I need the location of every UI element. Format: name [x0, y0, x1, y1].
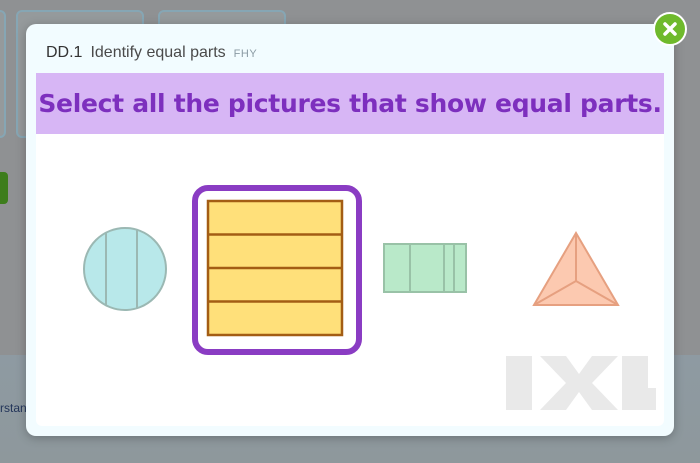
question-prompt: Select all the pictures that show equal … [38, 89, 662, 118]
question-prompt-bar: Select all the pictures that show equal … [36, 73, 664, 134]
answer-choice-circle[interactable] [82, 226, 168, 312]
ixl-watermark-icon [506, 356, 656, 410]
rectangle-equal-parts-icon [206, 199, 344, 337]
close-modal-button[interactable] [653, 12, 687, 46]
skill-code: DD.1 [46, 44, 83, 61]
close-icon [663, 22, 677, 36]
answer-choice-triangle[interactable] [530, 229, 622, 309]
skill-tag: FHY [233, 48, 258, 60]
skill-preview-modal: DD.1 Identify equal parts FHY Select all… [26, 24, 674, 436]
background-card [0, 10, 6, 138]
circle-unequal-parts-icon [83, 227, 167, 311]
answer-choice-small-rectangle[interactable] [382, 242, 468, 294]
skill-name: Identify equal parts [90, 44, 226, 61]
rectangle-unequal-parts-icon [383, 243, 467, 293]
answer-area [36, 134, 664, 426]
triangle-equal-parts-icon [532, 231, 620, 306]
modal-header: DD.1 Identify equal parts FHY [46, 44, 257, 66]
answer-choice-rectangle-selected[interactable] [192, 185, 362, 355]
background-link: rstan [0, 401, 27, 415]
background-green-button [0, 172, 8, 204]
